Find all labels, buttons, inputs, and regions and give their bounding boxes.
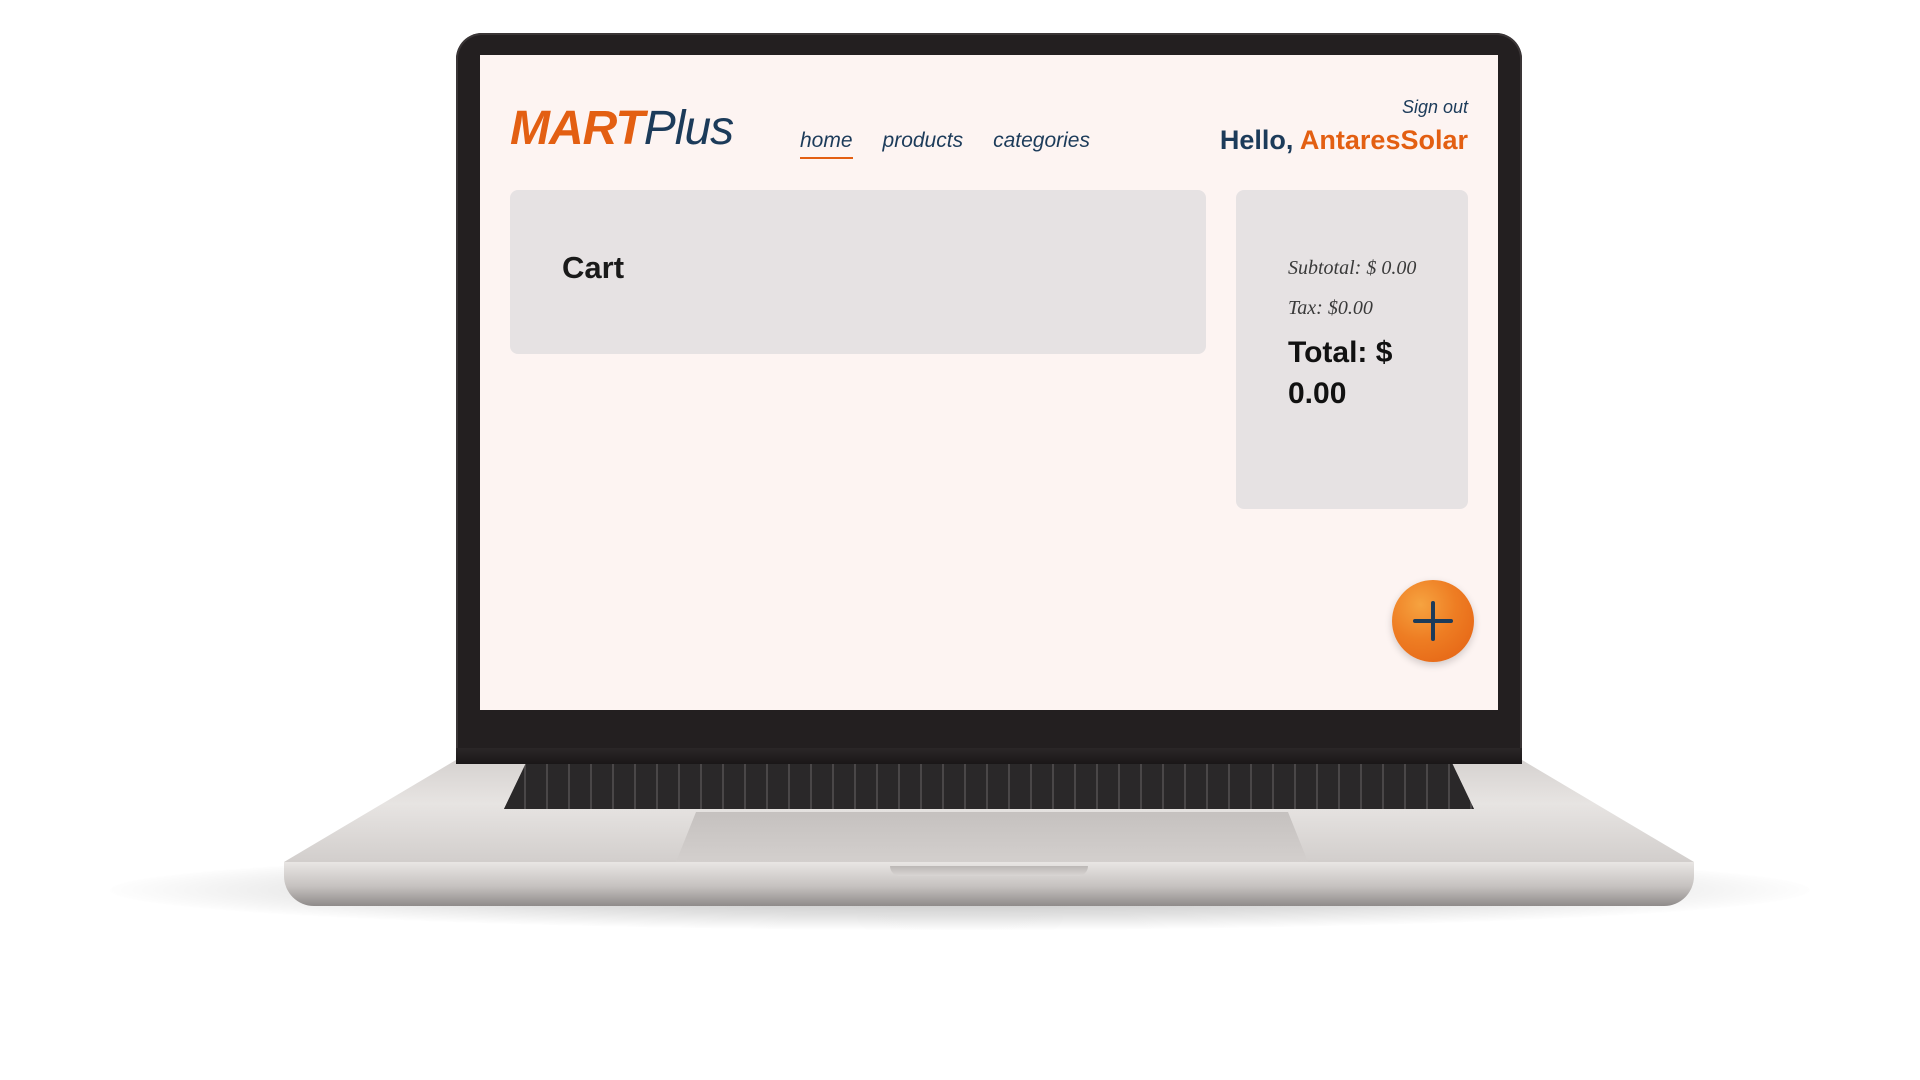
order-summary: Subtotal: $ 0.00 Tax: $0.00 Total: $ 0.0… <box>1288 253 1428 414</box>
nav-categories[interactable]: categories <box>993 129 1090 153</box>
user-greeting: Hello, AntaresSolar <box>1220 125 1468 156</box>
order-summary-panel: Subtotal: $ 0.00 Tax: $0.00 Total: $ 0.0… <box>1236 190 1468 509</box>
total-text: Total: $ 0.00 <box>1288 336 1393 410</box>
laptop-trackpad <box>676 812 1308 862</box>
cart-title: Cart <box>562 250 625 285</box>
logo-mart: MART <box>510 102 645 155</box>
laptop-keyboard <box>504 763 1474 809</box>
plus-icon <box>1413 601 1453 641</box>
laptop-front-notch <box>890 866 1088 876</box>
greeting-text: Hello, <box>1219 125 1300 155</box>
username: AntaresSolar <box>1299 125 1468 155</box>
nav-home[interactable]: home <box>800 129 853 159</box>
cart-panel: Cart <box>510 190 1206 354</box>
tax-text: Tax: $0.00 <box>1288 297 1373 319</box>
subtotal-text: Subtotal: $ 0.00 <box>1288 257 1417 279</box>
add-item-button[interactable] <box>1392 580 1474 662</box>
nav-products[interactable]: products <box>883 129 964 153</box>
sign-out-link[interactable]: Sign out <box>1402 97 1468 118</box>
app-screen: MARTPlus home products categories Sign o… <box>480 55 1498 710</box>
main-nav: home products categories <box>800 129 1120 159</box>
laptop-mockup: MARTPlus home products categories Sign o… <box>0 0 1920 1080</box>
app-logo[interactable]: MARTPlus <box>510 102 734 155</box>
logo-plus: Plus <box>643 102 734 155</box>
laptop-hinge <box>456 748 1522 764</box>
